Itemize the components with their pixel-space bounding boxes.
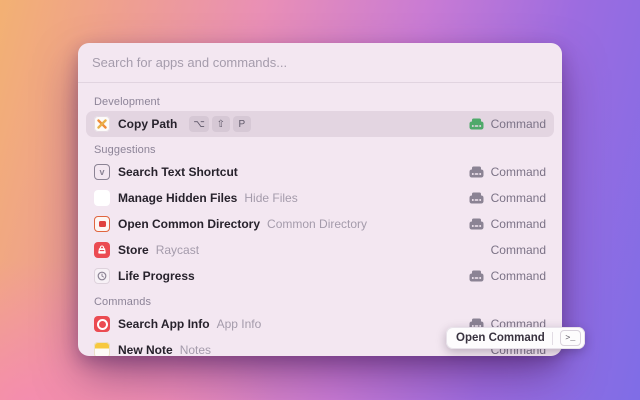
item-type-label: Command: [490, 191, 546, 205]
item-title: Store: [118, 243, 149, 257]
car-icon: [469, 270, 484, 282]
tooltip-divider: [551, 331, 553, 345]
car-icon: [469, 166, 484, 178]
command-palette-window: Development Copy Path ⌥ ⇧ P: [78, 43, 562, 356]
list-item-search-text-shortcut[interactable]: v Search Text Shortcut Command: [86, 159, 554, 185]
section-header-commands: Commands: [94, 296, 152, 308]
list-item-copy-path[interactable]: Copy Path ⌥ ⇧ P Command: [86, 111, 554, 137]
car-icon: [469, 118, 484, 130]
item-type-label: Command: [490, 217, 546, 231]
item-type-label: Command: [490, 269, 546, 283]
item-title: Copy Path: [118, 117, 178, 131]
item-title: New Note: [118, 343, 173, 356]
section-header-development: Development: [94, 96, 160, 108]
app-info-icon: [94, 316, 110, 332]
item-subtitle: Common Directory: [267, 217, 368, 231]
store-icon: [94, 242, 110, 258]
list-item-manage-hidden-files[interactable]: Manage Hidden Files Hide Files Command: [86, 185, 554, 211]
terminal-prompt-icon: >_: [559, 330, 581, 346]
item-title: Life Progress: [118, 269, 195, 283]
item-subtitle: Notes: [179, 343, 212, 356]
car-icon: [469, 192, 484, 204]
list-item-store[interactable]: Store Raycast Command: [86, 237, 554, 263]
option-key: ⌥: [189, 116, 209, 132]
item-title: Open Common Directory: [118, 217, 261, 231]
item-subtitle: Raycast: [155, 243, 200, 257]
item-type-label: Command: [490, 165, 546, 179]
results-list: Development Copy Path ⌥ ⇧ P Command Sugg…: [78, 83, 562, 356]
life-progress-icon: [94, 268, 110, 284]
list-item-open-common-directory[interactable]: Open Common Directory Common Directory C…: [86, 211, 554, 237]
car-icon: [469, 218, 484, 230]
hidden-files-icon: [94, 190, 110, 206]
item-title: Manage Hidden Files: [118, 191, 238, 205]
common-directory-icon: [94, 216, 110, 232]
text-shortcut-icon: v: [94, 164, 110, 180]
section-header-suggestions: Suggestions: [94, 144, 156, 156]
open-command-tooltip[interactable]: Open Command >_: [446, 327, 585, 349]
copy-path-icon: [94, 116, 110, 132]
tooltip-label: Open Command: [456, 332, 545, 344]
new-note-icon: [94, 342, 110, 356]
list-item-life-progress[interactable]: Life Progress Command: [86, 263, 554, 289]
p-key: P: [232, 116, 251, 132]
shortcut-keys: ⌥ ⇧ P: [189, 116, 251, 132]
item-title: Search Text Shortcut: [118, 165, 238, 179]
item-type-label: Command: [490, 117, 546, 131]
item-title: Search App Info: [118, 317, 210, 331]
shift-key: ⇧: [211, 116, 230, 132]
search-input[interactable]: [92, 55, 548, 70]
item-subtitle: Hide Files: [244, 191, 298, 205]
search-bar: [78, 43, 562, 83]
item-subtitle: App Info: [216, 317, 262, 331]
item-type-label: Command: [490, 243, 546, 257]
